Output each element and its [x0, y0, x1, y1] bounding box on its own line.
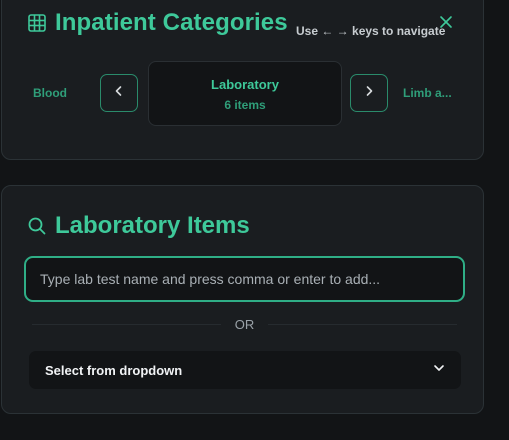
chevron-down-icon	[433, 361, 445, 379]
chevron-right-icon	[363, 84, 375, 102]
laboratory-panel: Laboratory Items OR Select from dropdown	[1, 185, 484, 414]
page: Inpatient Categories Use ← → keys to nav…	[0, 0, 509, 440]
or-divider: OR	[32, 317, 457, 332]
search-icon	[28, 217, 46, 235]
lab-items-dropdown[interactable]: Select from dropdown	[29, 351, 461, 389]
prev-category-button[interactable]	[100, 74, 138, 112]
next-category-label[interactable]: Limb a...	[403, 86, 452, 100]
divider-line-left	[32, 324, 221, 325]
current-category-card[interactable]: Laboratory 6 items	[148, 61, 342, 126]
grid-icon	[28, 14, 46, 32]
close-icon[interactable]	[438, 14, 454, 30]
divider-line-right	[268, 324, 457, 325]
or-text: OR	[234, 317, 255, 332]
categories-header: Inpatient Categories	[28, 9, 288, 37]
dropdown-label: Select from dropdown	[45, 362, 183, 378]
keyboard-nav-hint: Use ← → keys to navigate	[296, 24, 446, 38]
current-category-count: 6 items	[224, 98, 266, 112]
lab-test-input[interactable]	[24, 256, 465, 302]
chevron-left-icon	[113, 84, 125, 102]
laboratory-title: Laboratory Items	[55, 212, 250, 239]
next-category-button[interactable]	[350, 74, 388, 112]
prev-category-label[interactable]: Blood	[33, 86, 67, 100]
current-category-name: Laboratory	[211, 77, 279, 92]
laboratory-header: Laboratory Items	[28, 212, 250, 240]
categories-panel: Inpatient Categories Use ← → keys to nav…	[1, 0, 484, 160]
categories-title: Inpatient Categories	[55, 9, 288, 36]
